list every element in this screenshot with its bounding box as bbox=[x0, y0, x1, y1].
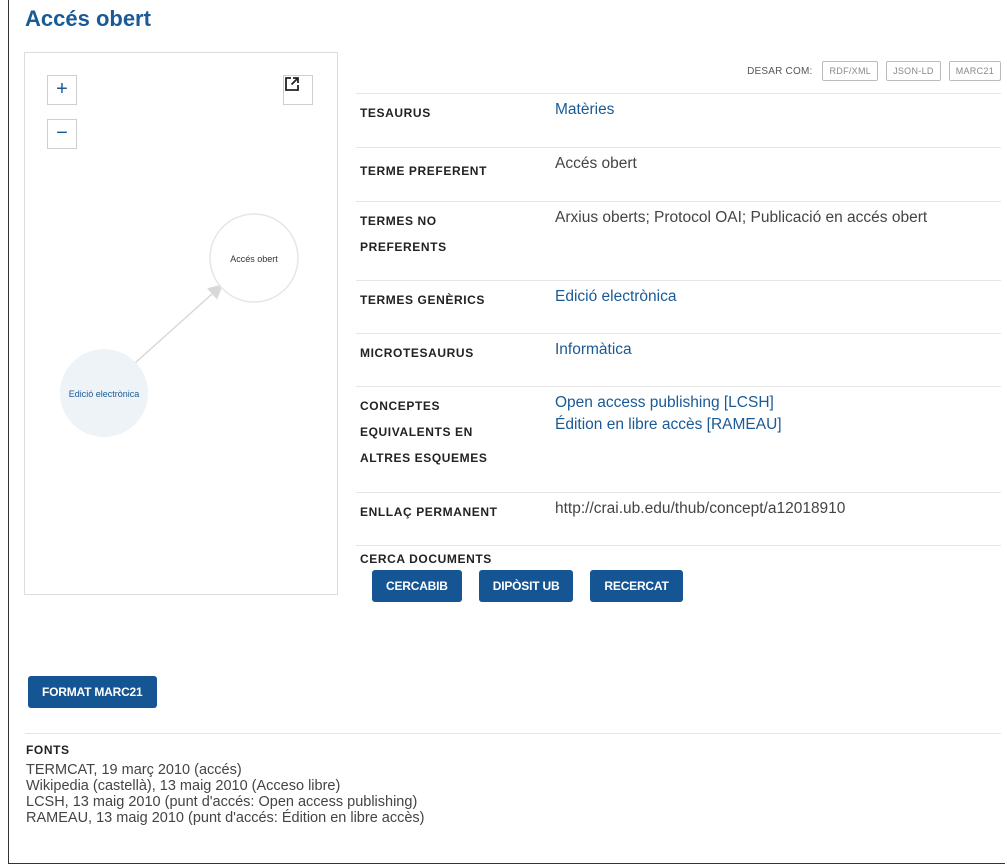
diposit-ub-button[interactable]: DIPÒSIT UB bbox=[478, 570, 574, 602]
prop-value: Informàtica bbox=[550, 333, 1001, 387]
concept-properties: TESAURUS Matèries TERME PREFERENT Accés … bbox=[356, 93, 1001, 602]
zoom-in-button[interactable]: + bbox=[47, 75, 77, 105]
rameau-link[interactable]: Édition en libre accès [RAMEAU] bbox=[555, 414, 1001, 436]
prop-label-line: CONCEPTES bbox=[360, 399, 441, 413]
prop-label: TESAURUS bbox=[356, 93, 550, 148]
table-row: MICROTESAURUS Informàtica bbox=[356, 333, 1001, 387]
graph-edge bbox=[134, 283, 224, 364]
list-item: TERMCAT, 19 març 2010 (accés) bbox=[26, 762, 242, 778]
prop-value: Open access publishing [LCSH] Édition en… bbox=[550, 386, 1001, 493]
generic-term-link[interactable]: Edició electrònica bbox=[555, 286, 1001, 308]
graph-node-label: Edició electrònica bbox=[69, 389, 140, 399]
concept-graph[interactable]: Accés obert Edició electrònica + − bbox=[24, 52, 338, 595]
sources-title: FONTS bbox=[26, 743, 70, 757]
save-as-label: DESAR COM: bbox=[747, 65, 813, 77]
microtesaurus-link[interactable]: Informàtica bbox=[555, 339, 1001, 361]
prop-label-line: PREFERENTS bbox=[360, 240, 447, 254]
prop-label: ENLLAÇ PERMANENT bbox=[356, 492, 550, 546]
search-docs-label: CERCA DOCUMENTS bbox=[360, 552, 492, 566]
lcsh-link[interactable]: Open access publishing [LCSH] bbox=[555, 392, 1001, 414]
prop-value: http://crai.ub.edu/thub/concept/a1201891… bbox=[550, 492, 1001, 546]
prop-label: CONCEPTES EQUIVALENTS EN ALTRES ESQUEMES bbox=[356, 386, 550, 493]
prop-value: Accés obert bbox=[550, 147, 1001, 202]
prop-label: MICROTESAURUS bbox=[356, 333, 550, 387]
page-title: Accés obert bbox=[25, 6, 151, 31]
json-ld-button[interactable]: JSON-LD bbox=[886, 61, 941, 81]
divider bbox=[25, 733, 1001, 734]
prop-label-line: ALTRES ESQUEMES bbox=[360, 451, 488, 465]
table-row: ENLLAÇ PERMANENT http://crai.ub.edu/thub… bbox=[356, 492, 1001, 546]
prop-value: Arxius oberts; Protocol OAI; Publicació … bbox=[550, 201, 1001, 281]
list-item: RAMEAU, 13 maig 2010 (punt d'accés: Édit… bbox=[26, 810, 425, 826]
search-docs-buttons: CERCABIB DIPÒSIT UB RECERCAT bbox=[360, 570, 1001, 602]
prop-value: Matèries bbox=[550, 93, 1001, 148]
table-row: CERCA DOCUMENTS CERCABIB DIPÒSIT UB RECE… bbox=[356, 545, 1001, 602]
table-row: TERMES NO PREFERENTS Arxius oberts; Prot… bbox=[356, 201, 1001, 281]
table-row: TERME PREFERENT Accés obert bbox=[356, 147, 1001, 202]
table-row: CONCEPTES EQUIVALENTS EN ALTRES ESQUEMES… bbox=[356, 386, 1001, 493]
prop-label-line: TERMES NO bbox=[360, 214, 437, 228]
list-item: Wikipedia (castellà), 13 maig 2010 (Acce… bbox=[26, 778, 341, 794]
prop-label: TERMES GENÈRICS bbox=[356, 280, 550, 334]
tesaurus-link[interactable]: Matèries bbox=[555, 99, 1001, 121]
format-marc21-button[interactable]: FORMAT MARC21 bbox=[28, 676, 157, 708]
save-as-bar: DESAR COM: RDF/XML JSON-LD MARC21 bbox=[747, 61, 1001, 81]
marc21-download-button[interactable]: MARC21 bbox=[948, 61, 1001, 81]
recercat-button[interactable]: RECERCAT bbox=[590, 570, 683, 602]
table-row: TESAURUS Matèries bbox=[356, 93, 1001, 148]
search-docs-cell: CERCA DOCUMENTS CERCABIB DIPÒSIT UB RECE… bbox=[356, 545, 1001, 602]
graph-node-label: Accés obert bbox=[230, 254, 278, 264]
zoom-out-button[interactable]: − bbox=[47, 119, 77, 149]
prop-value: Edició electrònica bbox=[550, 280, 1001, 334]
prop-label: TERMES NO PREFERENTS bbox=[356, 201, 550, 281]
table-row: TERMES GENÈRICS Edició electrònica bbox=[356, 280, 1001, 334]
sources-list: TERMCAT, 19 març 2010 (accés) Wikipedia … bbox=[26, 762, 425, 826]
prop-label-line: EQUIVALENTS EN bbox=[360, 425, 473, 439]
rdf-xml-button[interactable]: RDF/XML bbox=[822, 61, 879, 81]
prop-label: TERME PREFERENT bbox=[356, 147, 550, 202]
expand-graph-button[interactable] bbox=[283, 75, 313, 105]
list-item: LCSH, 13 maig 2010 (punt d'accés: Open a… bbox=[26, 794, 418, 810]
cercabib-button[interactable]: CERCABIB bbox=[372, 570, 462, 602]
